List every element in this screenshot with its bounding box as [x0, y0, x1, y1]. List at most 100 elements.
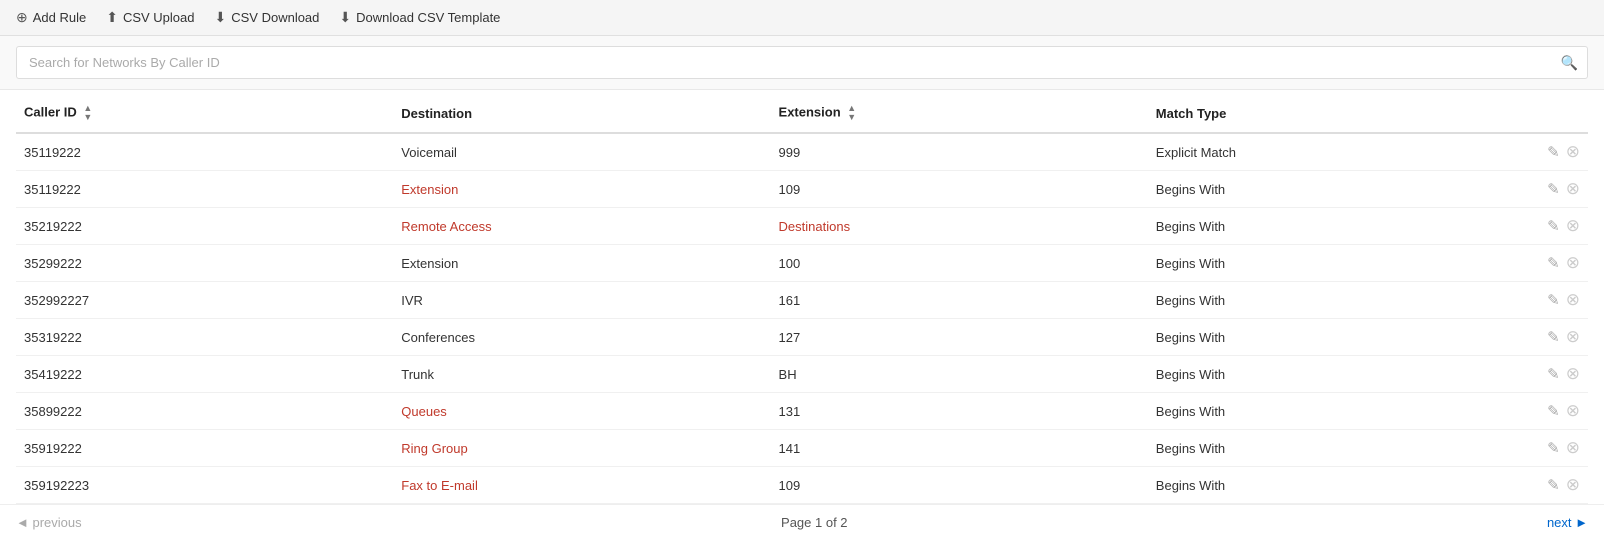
- page-info: Page 1 of 2: [781, 515, 848, 530]
- col-header-extension[interactable]: Extension ▲▼: [771, 90, 1148, 133]
- matchtype-cell: Begins With: [1148, 282, 1462, 319]
- destination-cell: Remote Access: [393, 208, 770, 245]
- delete-button[interactable]: ⊗: [1566, 179, 1580, 199]
- table-row: 35119222 Voicemail 999 Explicit Match ✎ …: [16, 133, 1588, 171]
- delete-button[interactable]: ⊗: [1566, 438, 1580, 458]
- table-row: 352992227 IVR 161 Begins With ✎ ⊗: [16, 282, 1588, 319]
- callerid-cell: 35419222: [16, 356, 393, 393]
- matchtype-cell: Begins With: [1148, 393, 1462, 430]
- table-body: 35119222 Voicemail 999 Explicit Match ✎ …: [16, 133, 1588, 504]
- matchtype-cell: Begins With: [1148, 208, 1462, 245]
- toolbar: ⊕ Add Rule ⬆ CSV Upload ⬇ CSV Download ⬇…: [0, 0, 1604, 36]
- edit-button[interactable]: ✎: [1547, 365, 1560, 383]
- delete-button[interactable]: ⊗: [1566, 290, 1580, 310]
- extension-cell: 109: [771, 467, 1148, 504]
- callerid-cell: 35299222: [16, 245, 393, 282]
- edit-button[interactable]: ✎: [1547, 217, 1560, 235]
- delete-button[interactable]: ⊗: [1566, 216, 1580, 236]
- extension-cell: 109: [771, 171, 1148, 208]
- callerid-cell: 35899222: [16, 393, 393, 430]
- delete-button[interactable]: ⊗: [1566, 475, 1580, 495]
- extension-sort-icons: ▲▼: [847, 104, 856, 122]
- csv-upload-button[interactable]: ⬆ CSV Upload: [106, 9, 194, 26]
- callerid-sort-icons: ▲▼: [83, 104, 92, 122]
- callerid-cell: 35319222: [16, 319, 393, 356]
- delete-button[interactable]: ⊗: [1566, 364, 1580, 384]
- download-csv-template-icon: ⬇: [339, 9, 351, 26]
- matchtype-cell: Begins With: [1148, 430, 1462, 467]
- table-row: 35219222 Remote Access Destinations Begi…: [16, 208, 1588, 245]
- delete-button[interactable]: ⊗: [1566, 327, 1580, 347]
- csv-upload-icon: ⬆: [106, 9, 118, 26]
- prev-page-button[interactable]: ◄ previous: [16, 515, 82, 530]
- col-header-actions: [1462, 90, 1588, 133]
- callerid-cell: 359192223: [16, 467, 393, 504]
- table-row: 35899222 Queues 131 Begins With ✎ ⊗: [16, 393, 1588, 430]
- table-row: 359192223 Fax to E-mail 109 Begins With …: [16, 467, 1588, 504]
- table-row: 35119222 Extension 109 Begins With ✎ ⊗: [16, 171, 1588, 208]
- download-csv-template-label: Download CSV Template: [356, 10, 500, 25]
- matchtype-cell: Explicit Match: [1148, 133, 1462, 171]
- matchtype-cell: Begins With: [1148, 319, 1462, 356]
- table-row: 35419222 Trunk BH Begins With ✎ ⊗: [16, 356, 1588, 393]
- matchtype-cell: Begins With: [1148, 467, 1462, 504]
- col-header-callerid[interactable]: Caller ID ▲▼: [16, 90, 393, 133]
- destination-cell: Fax to E-mail: [393, 467, 770, 504]
- next-page-button[interactable]: next ►: [1547, 515, 1588, 530]
- table-header-row: Caller ID ▲▼ Destination Extension ▲▼ Ma…: [16, 90, 1588, 133]
- edit-button[interactable]: ✎: [1547, 180, 1560, 198]
- destination-cell: Voicemail: [393, 133, 770, 171]
- col-header-matchtype: Match Type: [1148, 90, 1462, 133]
- actions-cell: ✎ ⊗: [1462, 208, 1588, 245]
- edit-button[interactable]: ✎: [1547, 476, 1560, 494]
- matchtype-cell: Begins With: [1148, 171, 1462, 208]
- extension-cell: 999: [771, 133, 1148, 171]
- edit-button[interactable]: ✎: [1547, 254, 1560, 272]
- download-csv-template-button[interactable]: ⬇ Download CSV Template: [339, 9, 500, 26]
- matchtype-cell: Begins With: [1148, 245, 1462, 282]
- add-rule-icon: ⊕: [16, 9, 28, 26]
- delete-button[interactable]: ⊗: [1566, 142, 1580, 162]
- pagination: ◄ previous Page 1 of 2 next ►: [0, 504, 1604, 540]
- destination-cell: Conferences: [393, 319, 770, 356]
- destination-cell: Trunk: [393, 356, 770, 393]
- delete-button[interactable]: ⊗: [1566, 253, 1580, 273]
- edit-button[interactable]: ✎: [1547, 439, 1560, 457]
- edit-button[interactable]: ✎: [1547, 143, 1560, 161]
- actions-cell: ✎ ⊗: [1462, 393, 1588, 430]
- edit-button[interactable]: ✎: [1547, 291, 1560, 309]
- actions-cell: ✎ ⊗: [1462, 171, 1588, 208]
- add-rule-label: Add Rule: [33, 10, 86, 25]
- destination-cell: Queues: [393, 393, 770, 430]
- actions-cell: ✎ ⊗: [1462, 356, 1588, 393]
- edit-button[interactable]: ✎: [1547, 402, 1560, 420]
- extension-cell: 100: [771, 245, 1148, 282]
- table-row: 35319222 Conferences 127 Begins With ✎ ⊗: [16, 319, 1588, 356]
- col-header-destination: Destination: [393, 90, 770, 133]
- search-icon: 🔍: [1561, 54, 1578, 71]
- search-bar: 🔍: [0, 36, 1604, 90]
- csv-download-icon: ⬇: [215, 9, 227, 26]
- delete-button[interactable]: ⊗: [1566, 401, 1580, 421]
- csv-download-button[interactable]: ⬇ CSV Download: [215, 9, 320, 26]
- edit-button[interactable]: ✎: [1547, 328, 1560, 346]
- search-input[interactable]: [16, 46, 1588, 79]
- actions-cell: ✎ ⊗: [1462, 133, 1588, 171]
- matchtype-cell: Begins With: [1148, 356, 1462, 393]
- table-row: 35919222 Ring Group 141 Begins With ✎ ⊗: [16, 430, 1588, 467]
- table-row: 35299222 Extension 100 Begins With ✎ ⊗: [16, 245, 1588, 282]
- destination-cell: Extension: [393, 171, 770, 208]
- search-input-wrapper: 🔍: [16, 46, 1588, 79]
- add-rule-button[interactable]: ⊕ Add Rule: [16, 9, 86, 26]
- csv-upload-label: CSV Upload: [123, 10, 195, 25]
- actions-cell: ✎ ⊗: [1462, 467, 1588, 504]
- callerid-cell: 35119222: [16, 171, 393, 208]
- extension-cell: 141: [771, 430, 1148, 467]
- callerid-cell: 352992227: [16, 282, 393, 319]
- csv-download-label: CSV Download: [231, 10, 319, 25]
- callerid-cell: 35119222: [16, 133, 393, 171]
- table-container: Caller ID ▲▼ Destination Extension ▲▼ Ma…: [0, 90, 1604, 504]
- destination-cell: IVR: [393, 282, 770, 319]
- extension-cell: BH: [771, 356, 1148, 393]
- actions-cell: ✎ ⊗: [1462, 319, 1588, 356]
